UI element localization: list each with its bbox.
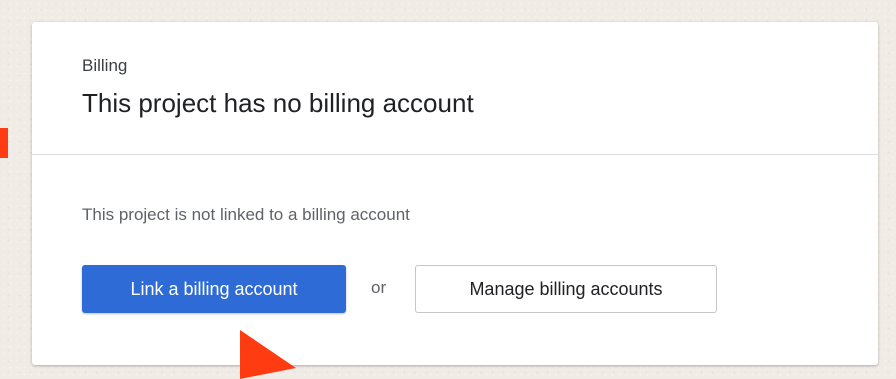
card-header: Billing This project has no billing acco…: [32, 22, 878, 155]
billing-card: Billing This project has no billing acco…: [32, 22, 878, 365]
or-separator: or: [371, 278, 387, 297]
pointer-arrow-icon: [240, 330, 296, 379]
page-title: This project has no billing account: [82, 88, 474, 118]
link-billing-account-button[interactable]: Link a billing account: [82, 265, 346, 313]
billing-status-text: This project is not linked to a billing …: [82, 205, 410, 224]
annotation-marker: [0, 128, 8, 158]
section-label: Billing: [82, 56, 128, 75]
manage-billing-accounts-button[interactable]: Manage billing accounts: [415, 265, 717, 313]
